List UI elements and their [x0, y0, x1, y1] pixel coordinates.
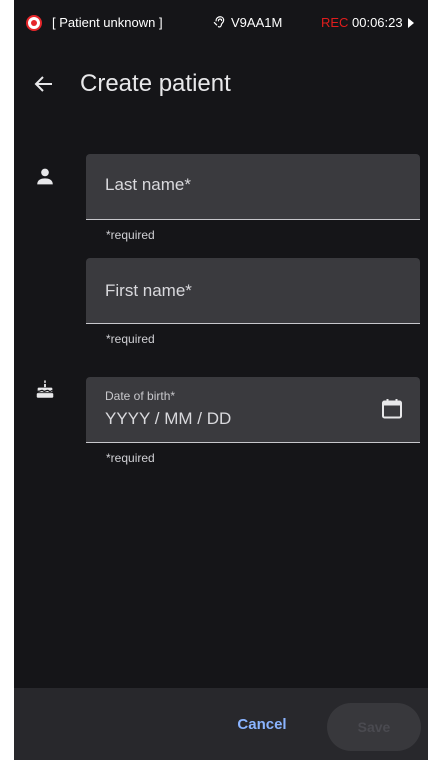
calendar-icon[interactable]: [380, 397, 404, 421]
person-icon: [37, 168, 53, 185]
ear-device-icon: [213, 16, 225, 28]
cake-icon: [36, 379, 54, 398]
status-bar: [ Patient unknown ] V9AA1M REC 00:06:23: [14, 0, 428, 46]
first-name-helper: *required: [106, 332, 155, 346]
date-of-birth-field[interactable]: Date of birth* YYYY / MM / DD: [86, 377, 420, 443]
recording-timer: 00:06:23: [352, 15, 403, 30]
last-name-label: Last name*: [105, 175, 191, 194]
record-indicator-icon: [26, 15, 42, 31]
date-of-birth-helper: *required: [106, 451, 155, 465]
first-name-label: First name*: [105, 281, 192, 300]
back-arrow-icon[interactable]: [32, 72, 56, 96]
page-title: Create patient: [80, 70, 231, 97]
record-dot: [31, 20, 37, 26]
app-bar: Create patient: [14, 58, 428, 110]
cancel-button[interactable]: Cancel: [222, 710, 302, 740]
date-of-birth-label: Date of birth*: [105, 389, 176, 403]
first-name-field[interactable]: First name*: [86, 258, 420, 324]
rec-label: REC: [321, 15, 349, 30]
patient-status-label: [ Patient unknown ]: [52, 15, 163, 30]
bottom-action-bar: Cancel Save: [14, 688, 428, 760]
save-button[interactable]: Save: [327, 703, 421, 751]
play-icon[interactable]: [408, 18, 414, 28]
device-id: V9AA1M: [231, 15, 283, 30]
last-name-field[interactable]: Last name*: [86, 154, 420, 220]
app-screen: [ Patient unknown ] V9AA1M REC 00:06:23 …: [14, 0, 428, 760]
last-name-helper: *required: [106, 228, 155, 242]
date-of-birth-placeholder: YYYY / MM / DD: [105, 409, 232, 428]
